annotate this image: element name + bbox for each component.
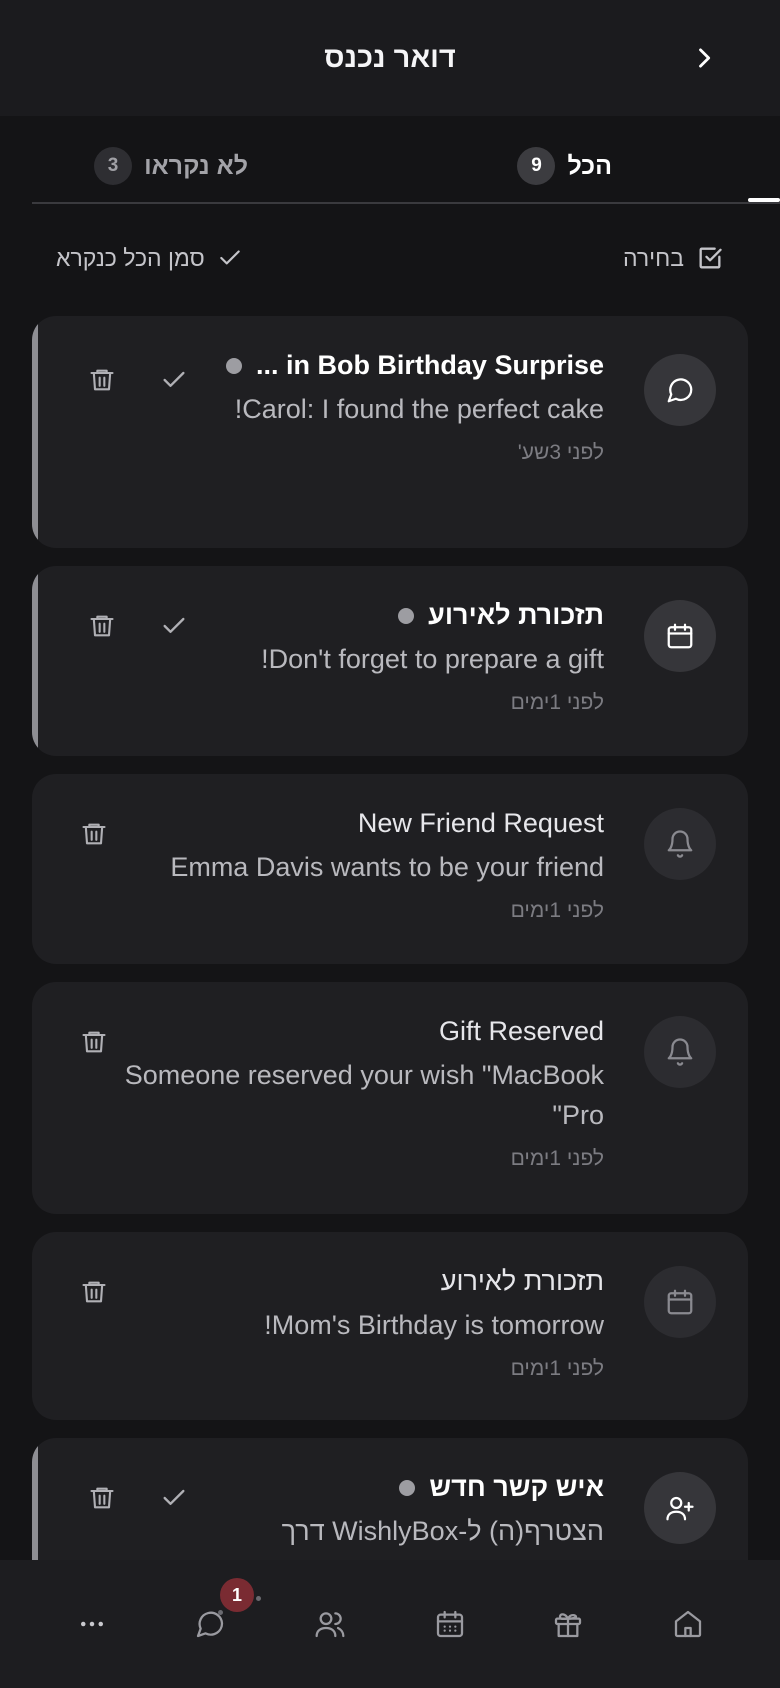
notification-type-icon	[644, 1016, 716, 1088]
delete-button[interactable]	[72, 1020, 116, 1064]
trash-icon	[82, 1031, 106, 1053]
notification-card[interactable]: תזכורת לאירוע Mom's Birthday is tomorrow…	[32, 1232, 748, 1420]
trash-icon	[82, 1281, 106, 1303]
delete-button[interactable]	[80, 604, 124, 648]
nav-more[interactable]	[64, 1596, 120, 1652]
select-label: בחירה	[622, 244, 684, 271]
notification-type-icon	[644, 354, 716, 426]
nav-gifts[interactable]	[540, 1596, 596, 1652]
notification-title: Gift Reserved	[438, 1016, 604, 1046]
chat-icon	[667, 378, 693, 403]
notification-time: לפני 1ימים	[510, 899, 604, 922]
nav-calendar[interactable]	[422, 1596, 478, 1652]
notification-card[interactable]: תזכורת לאירוע Don't forget to prepare a …	[32, 566, 748, 756]
notification-time: לפני 1ימים	[510, 1147, 604, 1170]
notification-content: Gift Reserved Someone reserved your wish…	[104, 1016, 604, 1171]
notification-card[interactable]: New Friend Request Emma Davis wants to b…	[32, 774, 748, 964]
notification-title: in Bob Birthday Surprise ...	[255, 350, 604, 380]
check-icon	[163, 371, 185, 387]
messages-badge: 1	[220, 1578, 254, 1612]
home-icon	[674, 1610, 702, 1638]
notification-time: לפני 1ימים	[510, 691, 604, 714]
notification-title: New Friend Request	[357, 808, 604, 838]
notification-content: New Friend Request Emma Davis wants to b…	[104, 808, 604, 923]
calendar-icon	[667, 1289, 693, 1315]
notification-type-icon	[644, 808, 716, 880]
tab-unread-count: 3	[94, 147, 133, 185]
mark-all-read-label: סמן הכל כנקרא	[56, 244, 205, 271]
gift-icon	[554, 1613, 582, 1638]
users-icon	[315, 1612, 345, 1638]
notification-message: Emma Davis wants to be your friend	[170, 852, 604, 882]
check-icon	[163, 617, 185, 633]
mark-all-read-button[interactable]: סמן הכל כנקרא	[56, 236, 243, 280]
unread-dot	[225, 357, 242, 374]
active-tab-indicator	[748, 198, 780, 202]
back-button[interactable]	[684, 38, 724, 78]
bell-icon	[667, 830, 693, 858]
trash-icon	[82, 823, 106, 845]
trash-icon	[90, 1487, 114, 1509]
unread-dot	[398, 607, 415, 624]
check-icon	[219, 250, 240, 265]
mark-read-button[interactable]	[152, 604, 196, 648]
tab-all[interactable]: הכל 9	[517, 146, 612, 186]
unread-dot	[399, 1479, 416, 1496]
notification-type-icon	[644, 600, 716, 672]
sparkle-dot	[218, 1610, 223, 1615]
mark-read-button[interactable]	[152, 1476, 196, 1520]
tab-all-count: 9	[517, 147, 556, 185]
notification-time: לפני 3שע'	[517, 441, 604, 464]
notification-title: איש קשר חדש	[429, 1472, 604, 1502]
notification-type-icon	[644, 1472, 716, 1544]
delete-button[interactable]	[80, 358, 124, 402]
user-plus-icon	[666, 1496, 694, 1521]
tab-unread[interactable]: לא נקראו 3	[94, 146, 248, 186]
bottom-navigation	[0, 1560, 780, 1688]
notification-time: לפני 1ימים	[510, 1357, 604, 1380]
calendar-icon	[436, 1610, 464, 1638]
chevron-right-icon	[699, 48, 711, 68]
delete-button[interactable]	[72, 812, 116, 856]
notification-card[interactable]: Gift Reserved Someone reserved your wish…	[32, 982, 748, 1214]
mark-read-button[interactable]	[152, 358, 196, 402]
tab-unread-label: לא נקראו	[144, 151, 248, 180]
sparkle-dot	[256, 1596, 261, 1601]
nav-friends[interactable]	[302, 1596, 358, 1652]
header-bar: דואר נכנס	[0, 0, 780, 116]
bell-icon	[667, 1038, 693, 1066]
notification-card[interactable]: in Bob Birthday Surprise ... Carol: I fo…	[32, 316, 748, 548]
notification-title: תזכורת לאירוע	[440, 1266, 604, 1296]
delete-button[interactable]	[80, 1476, 124, 1520]
notification-message: Someone reserved your wish "MacBook Pro"	[124, 1060, 604, 1130]
calendar-icon	[667, 623, 693, 649]
actions-bar: בחירה סמן הכל כנקרא	[0, 236, 780, 280]
notification-content: תזכורת לאירוע Mom's Birthday is tomorrow…	[104, 1266, 604, 1381]
tab-all-label: הכל	[567, 151, 612, 180]
trash-icon	[90, 369, 114, 391]
tab-bar: הכל 9 לא נקראו 3	[32, 116, 780, 204]
trash-icon	[90, 615, 114, 637]
page-title: דואר נכנס	[324, 41, 456, 74]
notification-message: Mom's Birthday is tomorrow!	[264, 1310, 604, 1340]
check-icon	[163, 1489, 185, 1505]
select-button[interactable]: בחירה	[623, 236, 724, 280]
delete-button[interactable]	[72, 1270, 116, 1314]
notification-title: תזכורת לאירוע	[428, 600, 604, 630]
nav-home[interactable]	[660, 1596, 716, 1652]
more-icon	[81, 1621, 103, 1627]
checkbox-icon	[699, 247, 722, 269]
notification-type-icon	[644, 1266, 716, 1338]
